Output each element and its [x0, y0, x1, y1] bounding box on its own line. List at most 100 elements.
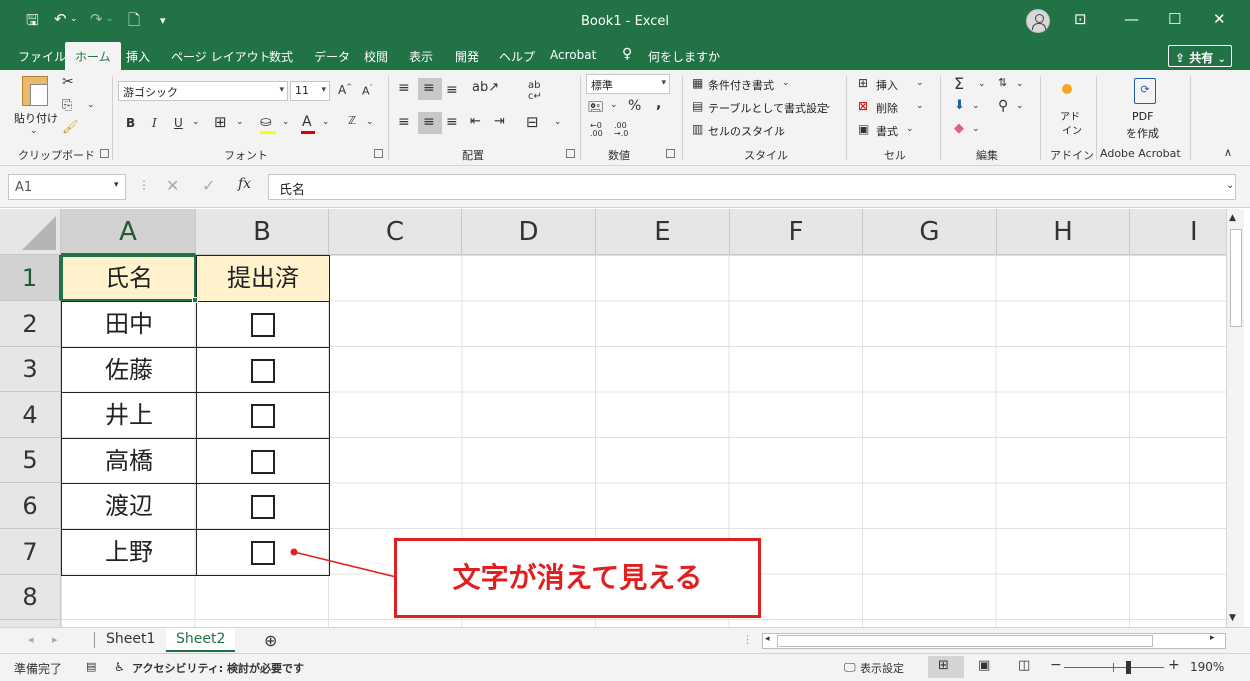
column-header-i[interactable]: I: [1130, 209, 1226, 255]
scroll-up-icon[interactable]: ▲: [1229, 213, 1236, 223]
collapse-ribbon-icon[interactable]: ∧: [1224, 146, 1232, 159]
display-settings-icon[interactable]: 🖵: [844, 660, 856, 675]
font-color-icon[interactable]: A: [302, 114, 312, 130]
name-box-dropdown-icon[interactable]: ▾: [114, 180, 119, 190]
decrease-indent-icon[interactable]: ⇤: [470, 114, 481, 129]
cell-b3[interactable]: [196, 347, 330, 393]
cell-b6[interactable]: [196, 483, 330, 530]
italic-icon[interactable]: I: [152, 116, 157, 130]
expand-formula-bar-icon[interactable]: ⌄: [1226, 180, 1234, 191]
select-all-button[interactable]: [0, 209, 61, 255]
name-box[interactable]: A1: [8, 174, 126, 200]
decrease-font-icon[interactable]: Aˇ: [362, 84, 373, 98]
align-left-icon[interactable]: ≡: [398, 114, 410, 130]
row-header-4[interactable]: 4: [0, 392, 61, 438]
cell-a5[interactable]: 高橋: [61, 438, 197, 484]
align-right-icon[interactable]: ≡: [446, 114, 458, 130]
zoom-level[interactable]: 190%: [1190, 660, 1224, 674]
checkbox-unchecked-icon[interactable]: [251, 495, 275, 519]
paste-label[interactable]: 貼り付け: [14, 110, 58, 126]
tab-help[interactable]: ヘルプ: [499, 48, 535, 65]
vertical-scroll-thumb[interactable]: [1230, 229, 1242, 327]
sort-dropdown-icon[interactable]: ⌄: [1016, 79, 1024, 89]
delete-cells-button[interactable]: 削除: [876, 100, 898, 116]
tab-file[interactable]: ファイル: [18, 48, 66, 65]
zoom-in-icon[interactable]: +: [1168, 657, 1180, 673]
font-color-dropdown-icon[interactable]: ⌄: [322, 117, 330, 127]
cell-a2[interactable]: 田中: [61, 301, 197, 348]
macro-record-icon[interactable]: ▤: [86, 660, 96, 673]
row-header-3[interactable]: 3: [0, 347, 61, 392]
create-pdf-line1[interactable]: PDF: [1132, 110, 1153, 123]
scroll-down-icon[interactable]: ▼: [1229, 613, 1236, 623]
increase-decimal-icon[interactable]: ←0.00: [590, 122, 603, 138]
page-break-view-icon[interactable]: ◫: [1018, 658, 1030, 673]
cancel-icon[interactable]: ✕: [166, 176, 179, 195]
tab-view[interactable]: 表示: [409, 48, 433, 65]
fill-dropdown-icon[interactable]: ⌄: [282, 117, 290, 127]
zoom-out-icon[interactable]: −: [1050, 657, 1062, 673]
copy-icon[interactable]: ⎘: [62, 98, 72, 113]
tab-split-grip-icon[interactable]: ⋮: [742, 633, 753, 646]
align-bottom-icon[interactable]: ≡: [446, 82, 458, 98]
find-dropdown-icon[interactable]: ⌄: [1016, 101, 1024, 111]
column-header-c[interactable]: C: [329, 209, 462, 255]
accessibility-status[interactable]: アクセシビリティ: 検討が必要です: [132, 660, 304, 676]
wrap-text-icon[interactable]: ab c↵: [528, 80, 542, 102]
zoom-slider-track[interactable]: [1064, 667, 1164, 668]
accessibility-icon[interactable]: ♿: [114, 660, 125, 674]
sort-filter-icon[interactable]: ⇅: [998, 76, 1007, 89]
addins-icon[interactable]: [1062, 84, 1072, 94]
scroll-right-icon[interactable]: ▸: [1210, 633, 1215, 643]
cell-b4[interactable]: [196, 392, 330, 439]
fill-handle[interactable]: [192, 297, 198, 303]
sheet-tab-sheet2[interactable]: Sheet2: [166, 628, 236, 652]
increase-indent-icon[interactable]: ⇥: [494, 114, 505, 129]
accounting-format-icon[interactable]: 🖭: [588, 98, 603, 120]
phonetic-dropdown-icon[interactable]: ⌄: [366, 117, 374, 127]
tab-developer[interactable]: 開発: [455, 48, 479, 65]
cell-b2[interactable]: [196, 301, 330, 348]
row-header-8[interactable]: 8: [0, 575, 61, 620]
tell-me-search[interactable]: 何をしますか: [648, 48, 720, 65]
cell-styles-button[interactable]: セルのスタイル: [708, 123, 785, 139]
tab-acrobat[interactable]: Acrobat: [550, 48, 596, 62]
clipboard-launcher-icon[interactable]: [100, 149, 109, 158]
font-size-select[interactable]: 11 ▾: [290, 81, 330, 101]
create-pdf-icon[interactable]: ⟳: [1134, 78, 1156, 104]
row-header-5[interactable]: 5: [0, 438, 61, 483]
decrease-decimal-icon[interactable]: .00 →.0: [614, 122, 628, 138]
row-header-2[interactable]: 2: [0, 301, 61, 347]
checkbox-unchecked-icon[interactable]: [251, 541, 275, 565]
cell-a6[interactable]: 渡辺: [61, 483, 197, 530]
percent-icon[interactable]: %: [628, 98, 641, 114]
checkbox-unchecked-icon[interactable]: [251, 359, 275, 383]
tab-review[interactable]: 校閲: [364, 48, 388, 65]
insert-function-icon[interactable]: fx: [238, 176, 251, 192]
font-launcher-icon[interactable]: [374, 149, 383, 158]
number-format-select[interactable]: 標準 ▾: [586, 74, 670, 94]
merge-dropdown-icon[interactable]: ⌄: [554, 117, 562, 127]
cell-a7[interactable]: 上野: [61, 529, 197, 576]
cell-b5[interactable]: [196, 438, 330, 484]
alignment-launcher-icon[interactable]: [566, 149, 575, 158]
scroll-left-icon[interactable]: ◂: [765, 634, 770, 644]
normal-view-button[interactable]: ⊞: [928, 656, 964, 678]
orientation-icon[interactable]: ab↗: [472, 80, 499, 95]
cell-a1[interactable]: 氏名: [61, 255, 197, 302]
page-layout-view-icon[interactable]: ▣: [978, 658, 990, 673]
phonetic-icon[interactable]: ℤ: [348, 114, 356, 127]
accounting-dropdown-icon[interactable]: ⌄: [610, 100, 618, 110]
tab-insert[interactable]: 挿入: [126, 48, 150, 65]
column-header-d[interactable]: D: [462, 209, 596, 255]
font-name-select[interactable]: 游ゴシック ▾: [118, 81, 288, 101]
next-sheet-icon[interactable]: ▸: [52, 633, 58, 646]
align-top-icon[interactable]: ≡: [398, 80, 410, 96]
merge-center-icon[interactable]: ⊟: [526, 113, 539, 131]
row-header-1[interactable]: 1: [0, 255, 61, 301]
display-settings-button[interactable]: 表示設定: [860, 660, 904, 676]
fill-dropdown-icon[interactable]: ⌄: [972, 101, 980, 111]
sheet-tab-sheet1[interactable]: Sheet1: [96, 628, 165, 652]
minimize-icon[interactable]: —: [1124, 10, 1139, 28]
find-select-icon[interactable]: ⚲: [998, 98, 1008, 114]
